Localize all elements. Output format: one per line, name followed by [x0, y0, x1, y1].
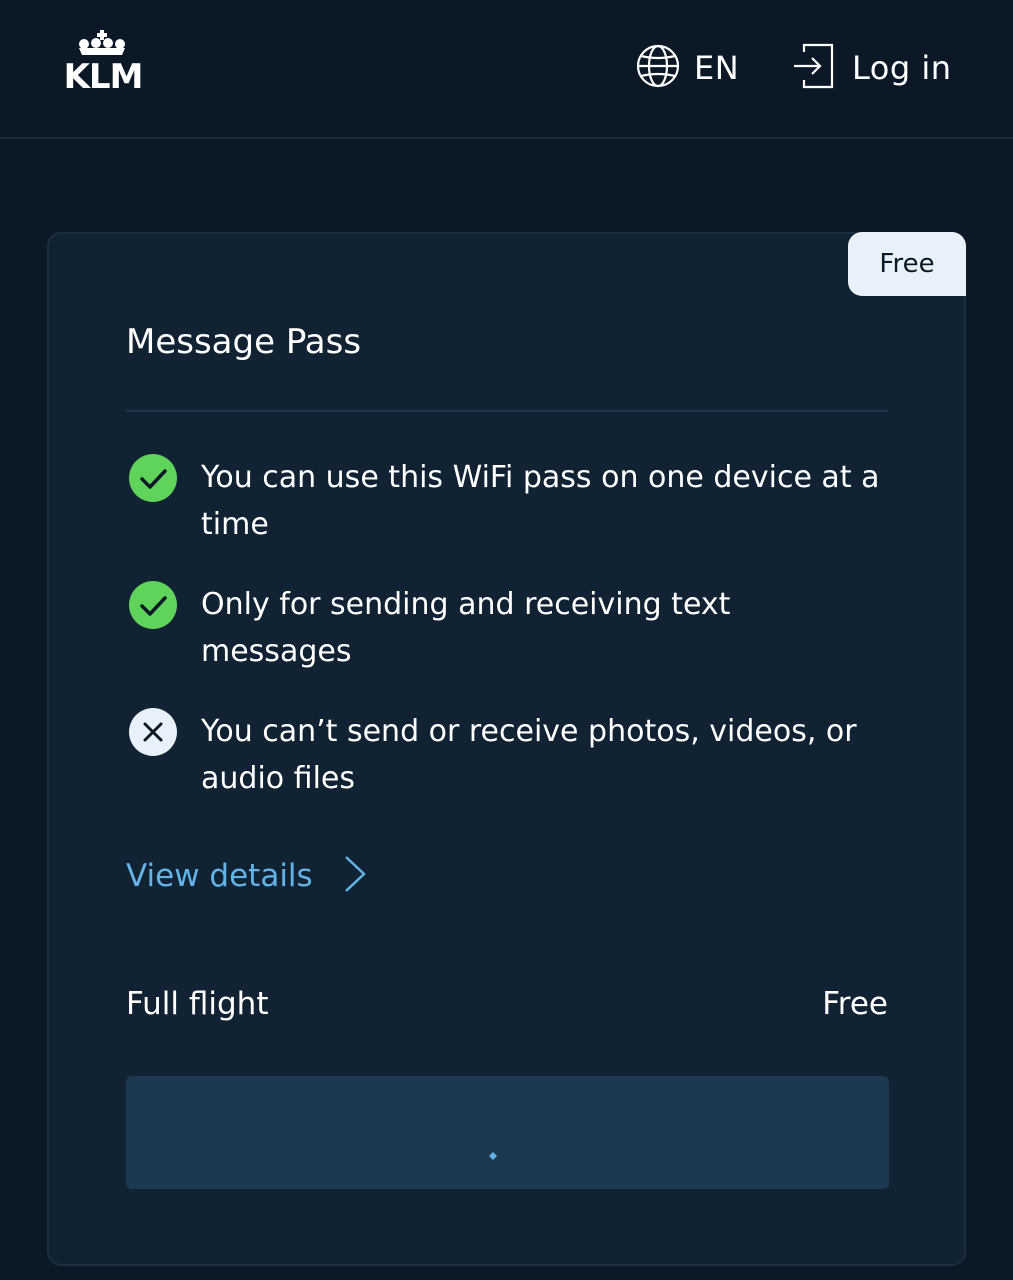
check-circle-icon — [129, 581, 177, 629]
view-details-link[interactable]: View details — [126, 854, 367, 898]
top-bar: KLM EN Log in — [0, 0, 1013, 139]
language-selector[interactable]: EN — [636, 44, 740, 92]
feature-item: Only for sending and receiving text mess… — [129, 581, 889, 675]
divider — [126, 410, 888, 412]
feature-text: You can use this WiFi pass on one device… — [201, 460, 880, 542]
klm-logo[interactable]: KLM — [52, 30, 154, 92]
x-circle-icon — [129, 708, 177, 756]
sign-in-icon — [792, 42, 836, 94]
select-pass-button[interactable] — [126, 1076, 889, 1189]
message-pass-card: Free Message Pass You can use this WiFi … — [47, 232, 966, 1266]
login-label: Log in — [852, 49, 952, 87]
loading-spinner-icon — [488, 1146, 498, 1160]
feature-text: You can’t send or receive photos, videos… — [201, 714, 857, 796]
feature-item: You can use this WiFi pass on one device… — [129, 454, 889, 548]
pass-title: Message Pass — [126, 322, 362, 362]
globe-icon — [636, 44, 680, 92]
language-label: EN — [694, 49, 740, 87]
login-button[interactable]: Log in — [792, 42, 952, 94]
svg-text:KLM: KLM — [64, 57, 143, 92]
price-value: Free — [822, 986, 888, 1022]
feature-item: You can’t send or receive photos, videos… — [129, 708, 889, 802]
price-label: Full flight — [126, 986, 269, 1022]
price-row: Full flight Free — [126, 986, 888, 1022]
free-badge: Free — [848, 232, 966, 296]
check-circle-icon — [129, 454, 177, 502]
feature-text: Only for sending and receiving text mess… — [201, 587, 731, 669]
view-details-label: View details — [126, 858, 313, 894]
chevron-right-icon — [343, 854, 367, 898]
